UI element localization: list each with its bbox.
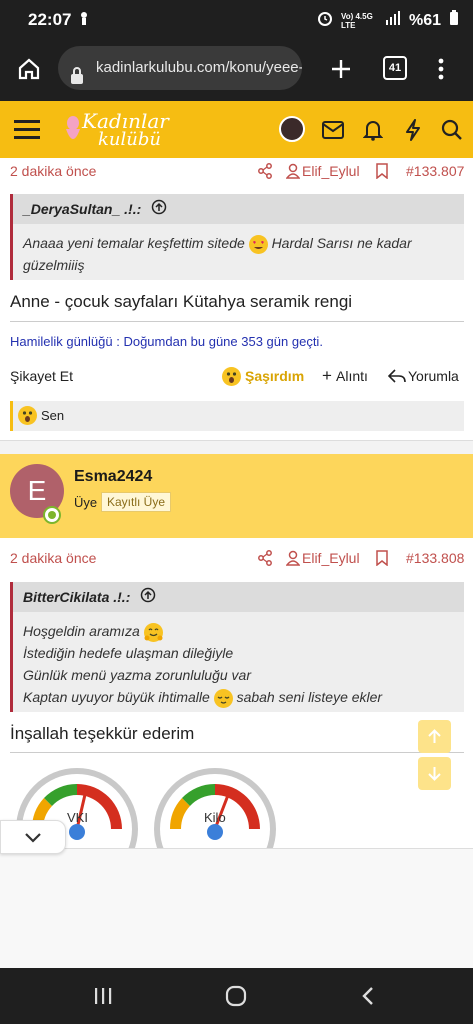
post-author-link[interactable]: Elif_Eylul xyxy=(302,550,360,566)
site-header: Kadınlar kulübü xyxy=(0,101,473,158)
quote-author[interactable]: _DeryaSultan_ .!.: xyxy=(23,201,141,217)
battery-icon xyxy=(449,10,459,31)
reply-icon xyxy=(387,368,406,389)
arrow-up-circle-icon[interactable] xyxy=(151,195,167,225)
url-bar[interactable]: kadinlarkulubu.com/konu/yeee- xyxy=(58,46,302,90)
bookmark-icon[interactable] xyxy=(376,550,388,571)
search-icon[interactable] xyxy=(437,115,467,145)
recent-apps-icon[interactable] xyxy=(88,981,118,1011)
post-time[interactable]: 2 dakika önce xyxy=(10,550,96,566)
heart-eyes-emoji-icon xyxy=(248,234,268,254)
home-button-icon[interactable] xyxy=(221,981,251,1011)
quote-button[interactable]: Alıntı xyxy=(336,368,368,384)
post-time[interactable]: 2 dakika önce xyxy=(10,163,96,179)
collapse-tab[interactable] xyxy=(0,820,66,854)
quote-header: BitterCikilata .!.: xyxy=(13,582,464,612)
online-status-icon xyxy=(43,506,61,524)
user-badge: Kayıtlı Üye xyxy=(101,492,172,512)
status-bar: 22:07 Vo) 4.5G LTE %61 xyxy=(0,0,473,38)
signal-icon xyxy=(385,11,401,30)
lightning-icon[interactable] xyxy=(398,115,428,145)
post-body: Anne - çocuk sayfaları Kütahya seramik r… xyxy=(10,292,353,311)
username[interactable]: Esma2424 xyxy=(74,468,152,486)
home-icon[interactable] xyxy=(14,54,44,84)
alarm-icon xyxy=(317,10,333,31)
share-icon[interactable] xyxy=(258,550,272,571)
post-number[interactable]: #133.808 xyxy=(406,550,464,566)
logo-text-2: kulübü xyxy=(98,129,161,150)
arrow-up-circle-icon[interactable] xyxy=(140,583,156,613)
surprised-emoji-icon xyxy=(18,406,37,425)
network-label: Vo) 4.5G LTE xyxy=(340,11,373,30)
user-icon xyxy=(285,550,301,571)
new-tab-icon[interactable] xyxy=(326,54,356,84)
browser-toolbar: kadinlarkulubu.com/konu/yeee- 41 xyxy=(0,38,473,101)
quote-author[interactable]: BitterCikilata .!.: xyxy=(23,589,130,605)
hug-emoji-icon xyxy=(143,622,163,642)
relieved-emoji-icon xyxy=(213,688,233,708)
more-menu-icon[interactable] xyxy=(426,54,456,84)
quote-block: BitterCikilata .!.: Hoşgeldin aramıza İs… xyxy=(10,582,464,712)
site-logo[interactable]: Kadınlar kulübü xyxy=(56,107,176,153)
tab-switcher-button[interactable]: 41 xyxy=(383,56,407,80)
post-actions: Şikayet Et Şaşırdım + Alıntı Yorumla xyxy=(0,364,473,390)
logo-figure-icon xyxy=(62,115,84,154)
gauge-label: Kilo xyxy=(204,810,226,825)
bottom-panel xyxy=(0,848,473,968)
chevron-down-icon xyxy=(23,831,43,850)
lock-icon xyxy=(70,59,84,90)
scroll-bottom-button[interactable] xyxy=(418,757,451,790)
post-user-header: E Esma2424 Üye Kayıtlı Üye xyxy=(0,454,473,538)
post-meta-row: 2 dakika önce Elif_Eylul #133.808 xyxy=(0,544,473,572)
user-avatar[interactable] xyxy=(279,116,305,142)
report-button[interactable]: Şikayet Et xyxy=(10,368,73,384)
quote-body: Hoşgeldin aramıza İstediğin hedefe ulaşm… xyxy=(13,612,464,716)
quote-block: _DeryaSultan_ .!.: Anaaa yeni temalar ke… xyxy=(10,194,464,280)
system-nav-bar xyxy=(0,968,473,1024)
status-time: 22:07 xyxy=(28,10,72,29)
gauge-label: VKI xyxy=(67,810,88,825)
bookmark-icon[interactable] xyxy=(376,163,388,184)
divider xyxy=(10,321,464,322)
quote-header: _DeryaSultan_ .!.: xyxy=(13,194,464,224)
reply-button[interactable]: Yorumla xyxy=(408,368,459,384)
hamburger-menu-icon[interactable] xyxy=(12,114,42,144)
weight-gauge: Kilo xyxy=(152,766,278,856)
divider xyxy=(10,752,464,753)
post-separator xyxy=(0,440,473,454)
post-author-link[interactable]: Elif_Eylul xyxy=(302,163,360,179)
surprised-emoji-icon xyxy=(222,367,241,386)
scroll-top-button[interactable] xyxy=(418,720,451,753)
reaction-users: Sen xyxy=(41,408,65,423)
quote-body: Anaaa yeni temalar keşfettim sitede Hard… xyxy=(23,234,412,273)
bell-icon[interactable] xyxy=(358,115,388,145)
post-number[interactable]: #133.807 xyxy=(406,163,464,179)
reactions-bar[interactable]: Sen xyxy=(10,401,464,431)
plus-icon: + xyxy=(322,366,332,385)
share-icon[interactable] xyxy=(258,163,272,184)
user-icon xyxy=(285,163,301,184)
battery-label: %61 xyxy=(408,11,441,29)
user-role: Üye xyxy=(74,495,98,510)
post-body: İnşallah teşekkür ederim xyxy=(10,724,195,743)
inbox-icon[interactable] xyxy=(318,115,348,145)
notification-icon xyxy=(76,10,92,26)
url-text: kadinlarkulubu.com/konu/yeee- xyxy=(96,59,302,76)
reaction-button[interactable]: Şaşırdım xyxy=(245,368,304,384)
back-icon[interactable] xyxy=(353,981,383,1011)
post-signature[interactable]: Hamilelik günlüğü : Doğumdan bu güne 353… xyxy=(10,334,323,349)
post-meta-row: 2 dakika önce Elif_Eylul #133.807 xyxy=(0,158,473,186)
